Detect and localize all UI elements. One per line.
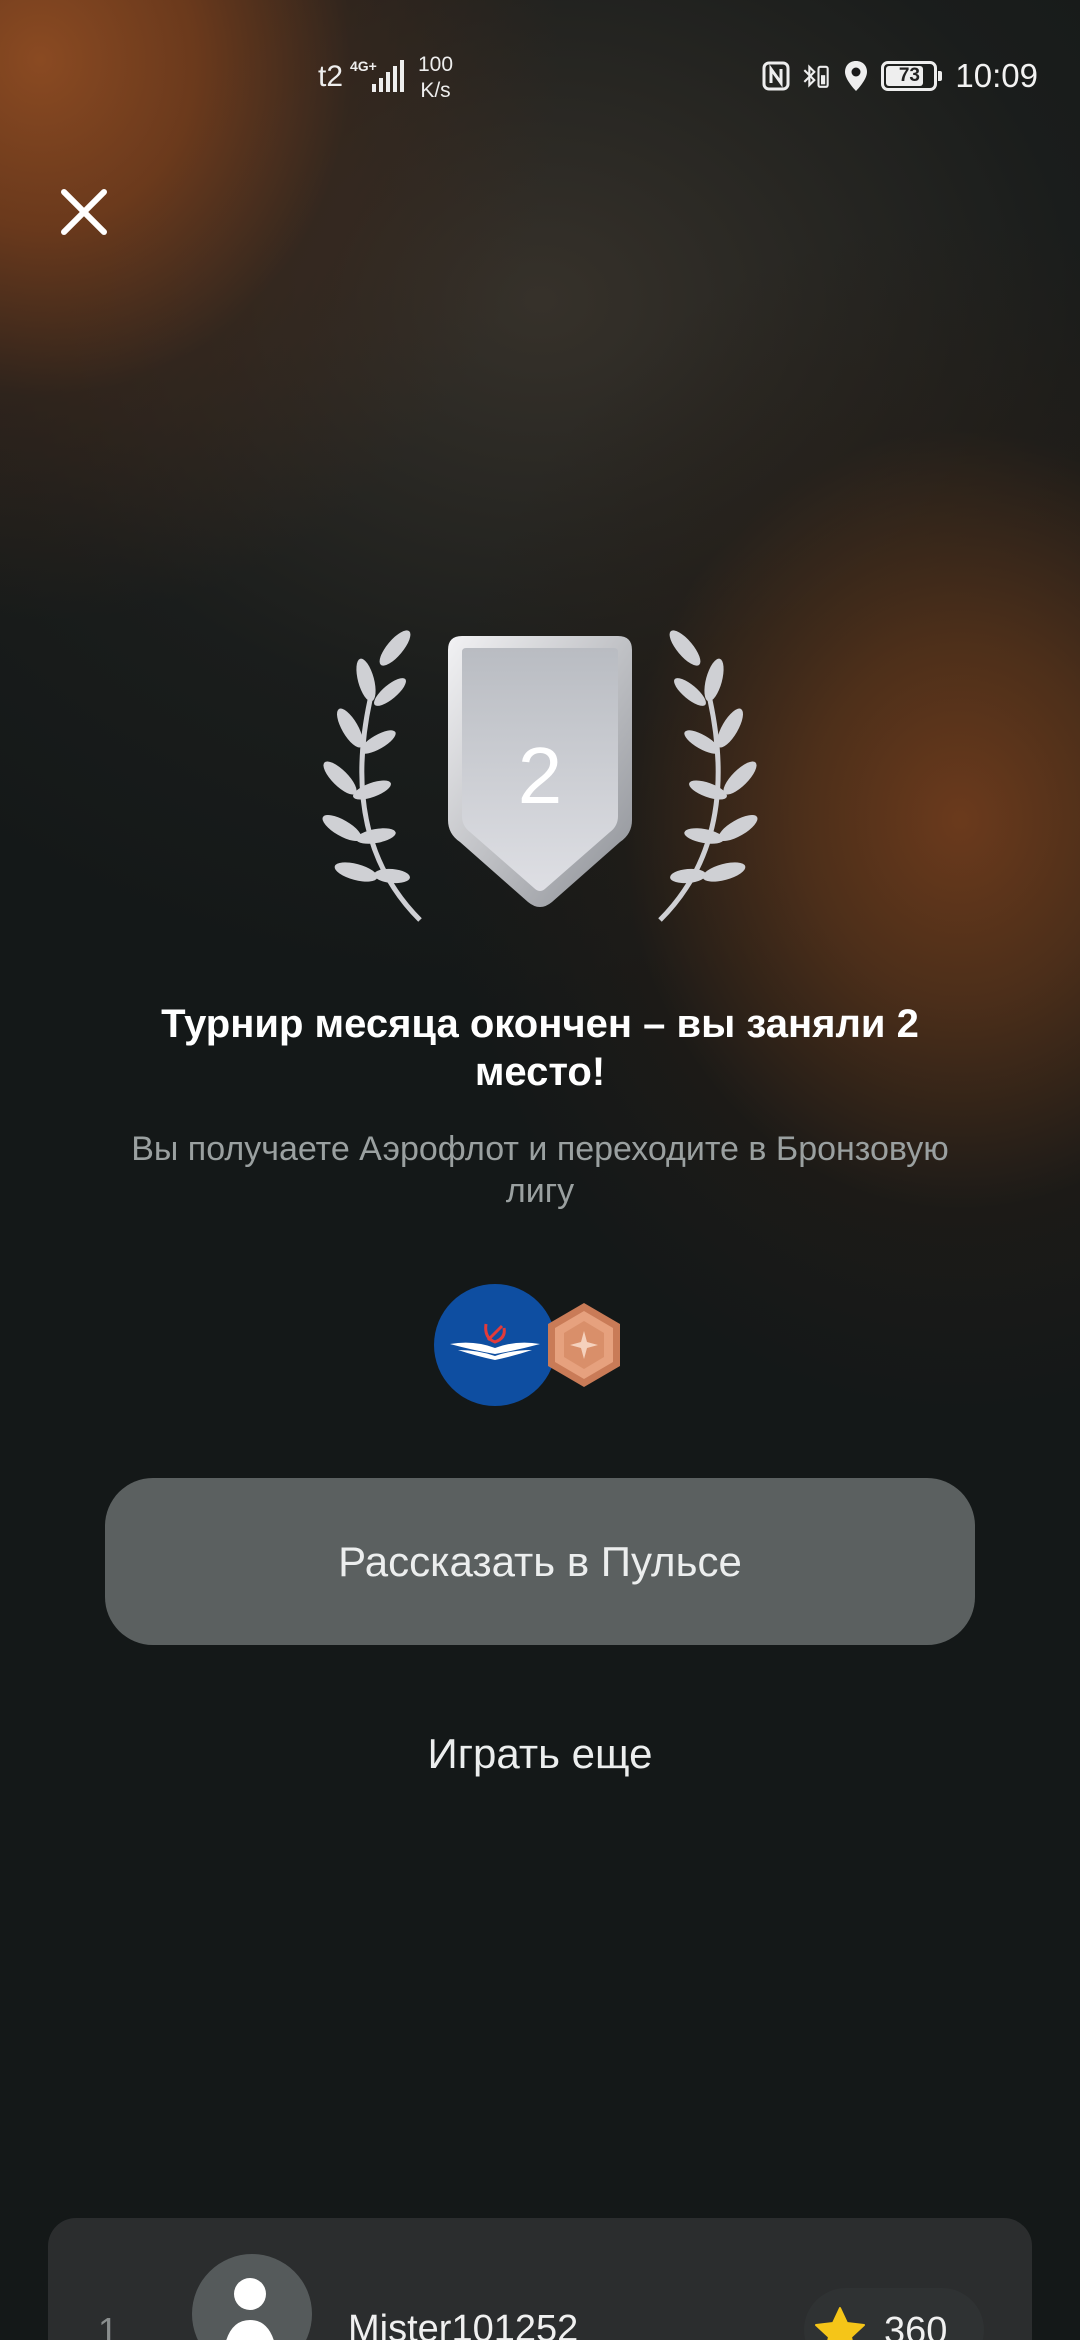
avatar	[192, 2254, 312, 2340]
leaderboard-username: Mister101252	[348, 2308, 579, 2340]
battery-indicator: 73	[881, 61, 943, 91]
status-bar: t2 4G+ 100 K/s 73 10:09	[0, 0, 1080, 150]
leaderboard-score: 360	[884, 2310, 948, 2340]
aeroflot-logo	[434, 1284, 556, 1406]
leaderboard: 1 Mister101252 360	[48, 2218, 1032, 2340]
bronze-league-icon	[548, 1303, 620, 1387]
leaderboard-rank: 1	[98, 2310, 119, 2340]
carrier-label: t2	[318, 60, 344, 93]
star-icon	[815, 2307, 865, 2340]
network-speed-value: 100	[418, 53, 454, 76]
play-again-button[interactable]: Играть еще	[340, 1730, 740, 1790]
clock: 10:09	[955, 57, 1038, 94]
network-speed-unit: K/s	[420, 79, 451, 102]
result-title: Турнир месяца окончен – вы заняли 2 мест…	[161, 1002, 919, 1094]
share-in-pulse-button[interactable]: Рассказать в Пульсе	[105, 1478, 975, 1645]
result-subtitle: Вы получаете Аэрофлот и переходите в Бро…	[131, 1130, 949, 1210]
aeroflot-wings-icon	[450, 1323, 540, 1360]
close-icon	[61, 189, 107, 235]
bluetooth-battery-icon	[804, 64, 830, 88]
signal-icon	[372, 60, 404, 92]
place-badge: 2	[300, 620, 780, 930]
score-badge: 360	[804, 2288, 984, 2340]
battery-level: 73	[898, 65, 920, 86]
network-speed: 100 K/s	[418, 52, 453, 104]
status-icons: 73 10:09	[761, 56, 1038, 96]
tournament-result-screen: t2 4G+ 100 K/s 73 10:09 2 Турнир месяца …	[0, 0, 1080, 2340]
close-button[interactable]	[52, 180, 116, 244]
user-avatar-icon	[226, 2278, 274, 2340]
nfc-icon	[762, 61, 790, 91]
location-icon	[845, 61, 868, 91]
rewards	[434, 1284, 634, 1406]
place-number: 2	[517, 731, 563, 820]
